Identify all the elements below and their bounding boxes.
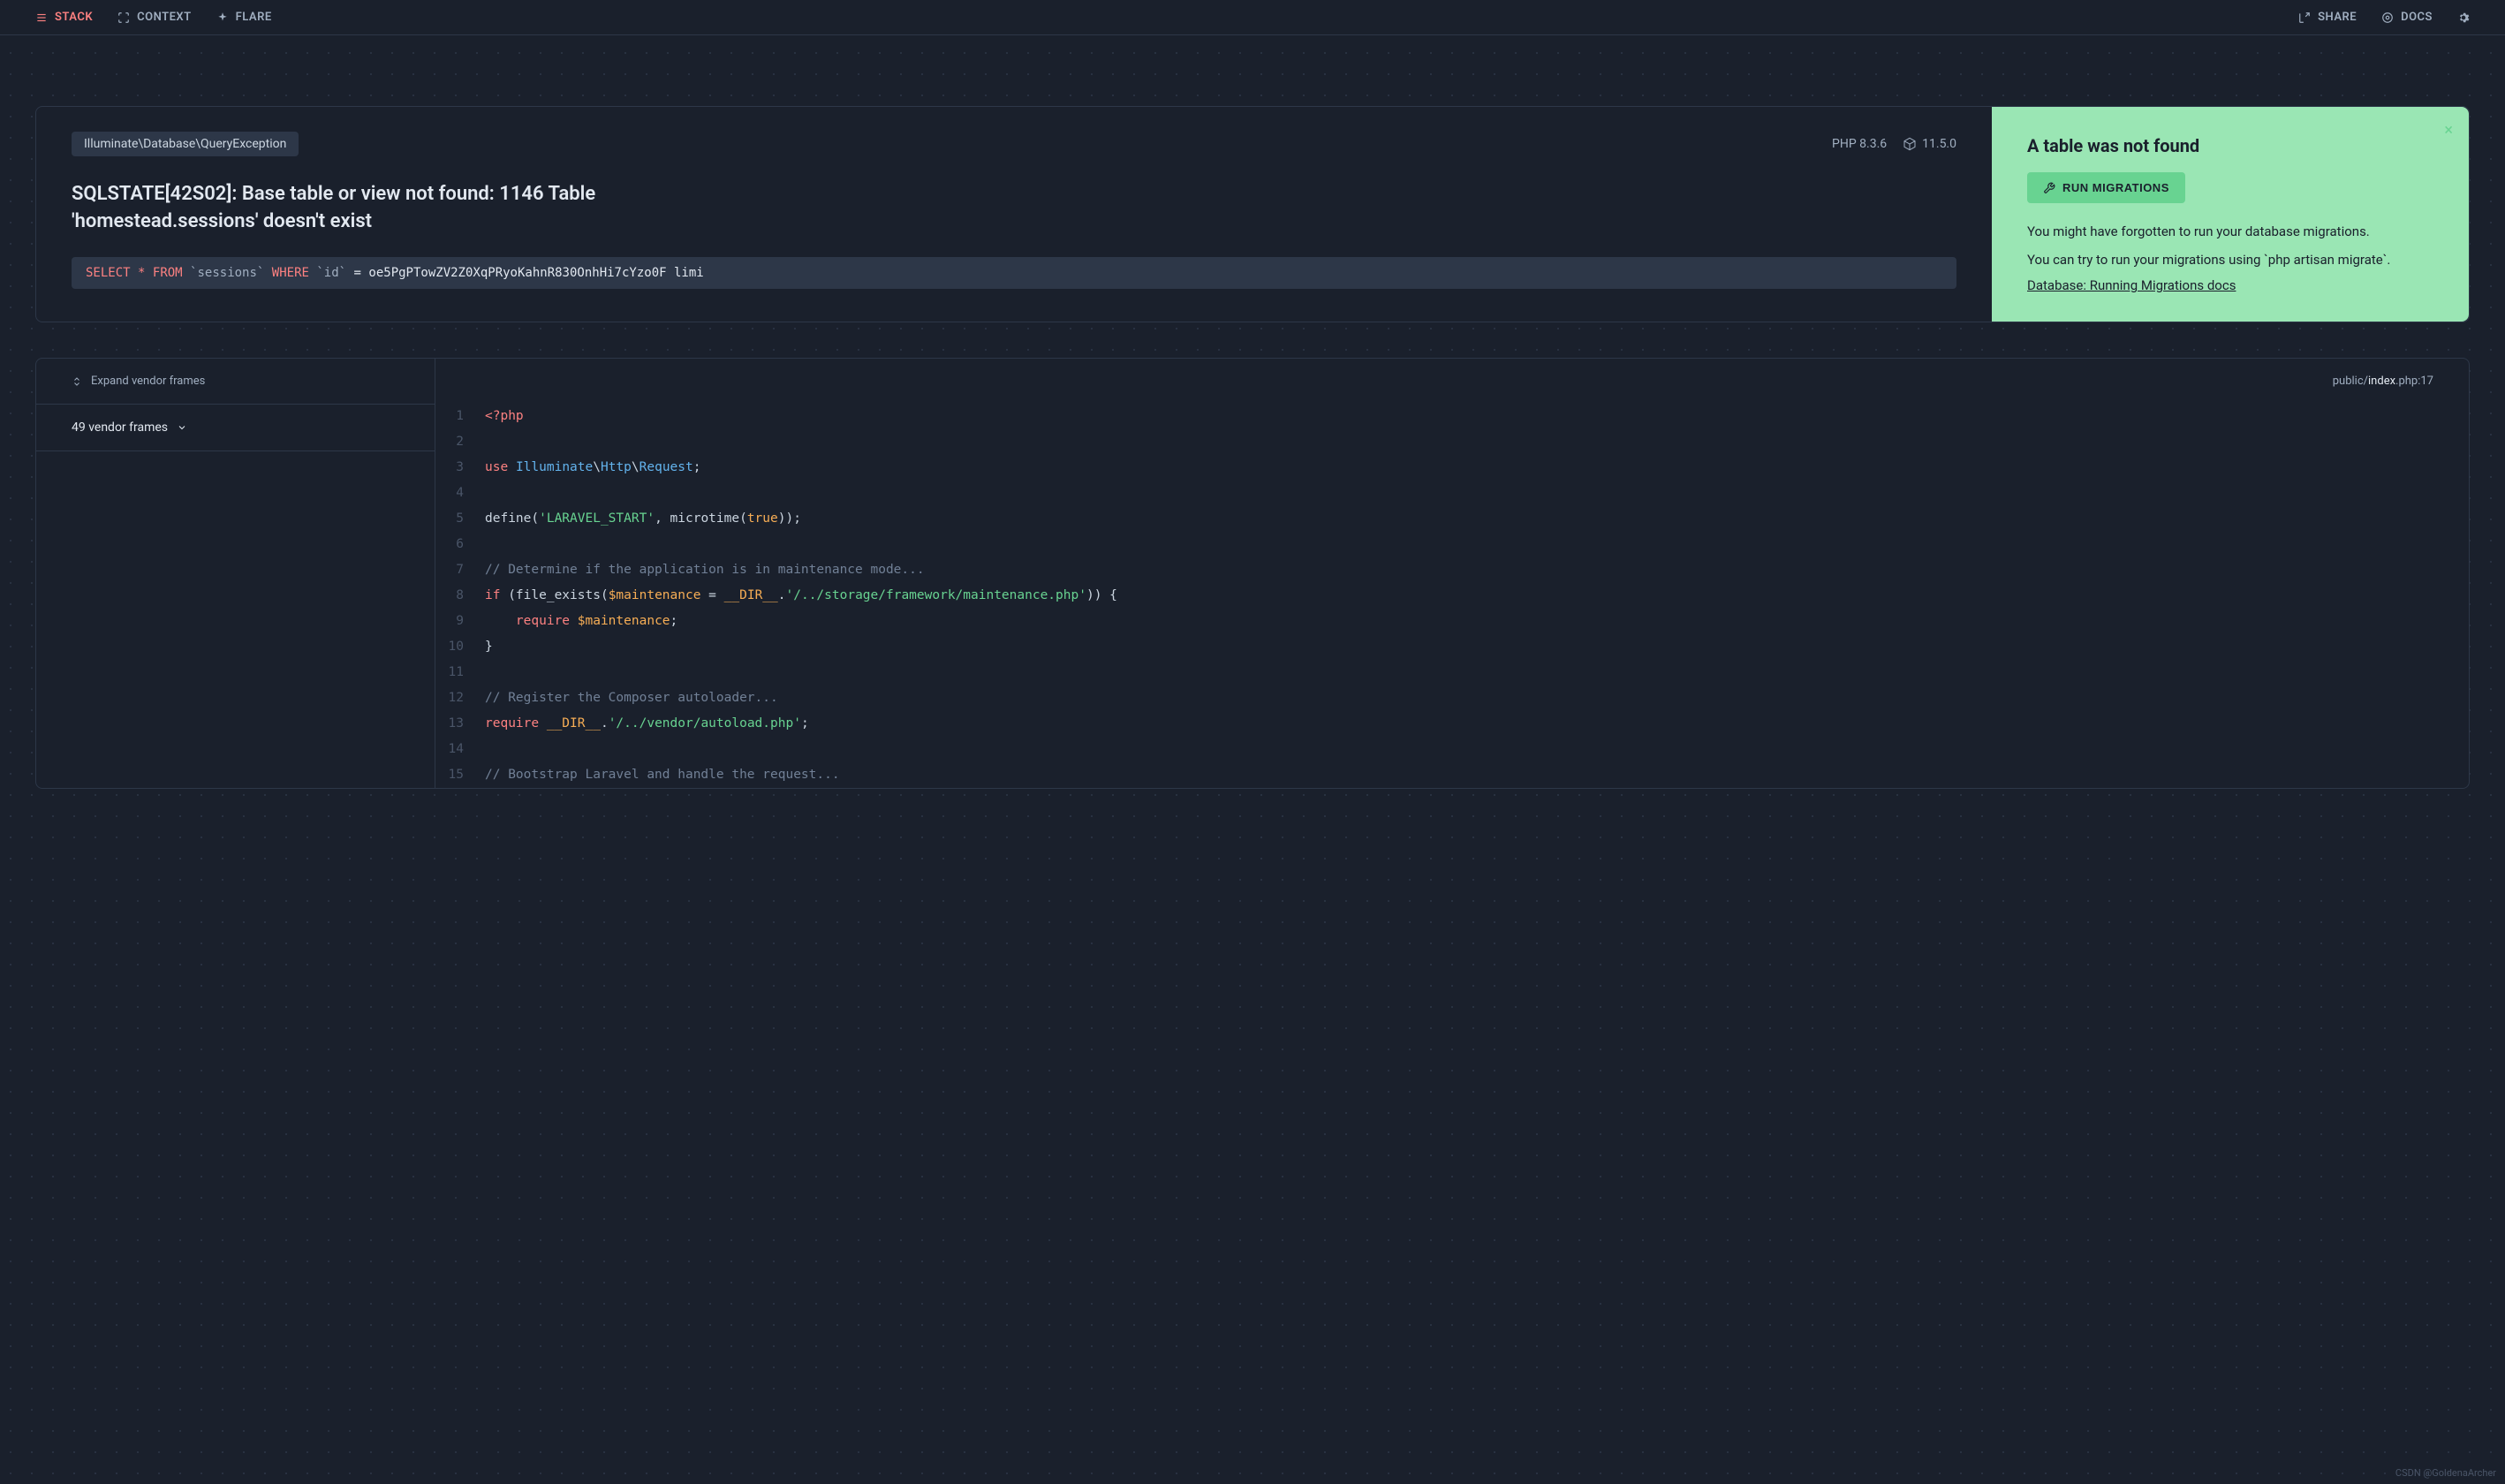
stack-trace-card: Expand vendor frames 49 vendor frames pu… [35,358,2470,789]
share-icon [2298,11,2311,24]
nav-stack[interactable]: STACK [35,11,93,24]
stack-icon [35,11,48,24]
solution-text-2: You can try to run your migrations using… [2027,249,2433,270]
code-block: 1<?php 2 3use Illuminate\Http\Request; 4… [435,404,2469,788]
nav-context-label: CONTEXT [137,11,192,24]
chevron-down-icon [177,422,187,433]
nav-share[interactable]: SHARE [2298,11,2357,24]
expand-icon [72,376,82,387]
wrench-icon [2043,182,2055,194]
nav-stack-label: STACK [55,11,93,24]
nav-share-label: SHARE [2318,11,2357,24]
laravel-icon [1903,137,1917,151]
file-path: public/index.php:17 [435,359,2469,404]
code-panel: public/index.php:17 1<?php 2 3use Illumi… [435,359,2469,788]
vendor-frames-toggle[interactable]: 49 vendor frames [36,405,435,451]
sql-query: SELECT * FROM `sessions` WHERE `id` = oe… [72,257,1956,289]
solution-title: A table was not found [2027,135,2433,156]
nav-context[interactable]: CONTEXT [117,11,192,24]
frames-panel: Expand vendor frames 49 vendor frames [36,359,435,788]
error-title: SQLSTATE[42S02]: Base table or view not … [72,181,690,236]
flare-icon [216,11,229,24]
nav-flare-label: FLARE [236,11,272,24]
run-migrations-button[interactable]: RUN MIGRATIONS [2027,172,2185,203]
close-icon[interactable]: × [2444,121,2453,140]
nav-docs[interactable]: DOCS [2381,11,2433,24]
solution-panel: × A table was not found RUN MIGRATIONS Y… [1992,107,2469,322]
docs-icon [2381,11,2394,24]
context-icon [117,11,130,24]
solution-docs-link[interactable]: Database: Running Migrations docs [2027,277,2433,293]
exception-name: Illuminate\Database\QueryException [72,132,299,156]
nav-docs-label: DOCS [2401,11,2433,24]
gear-icon [2457,11,2470,24]
expand-vendor-frames[interactable]: Expand vendor frames [36,359,435,405]
nav-flare[interactable]: FLARE [216,11,272,24]
nav-settings[interactable] [2457,11,2470,24]
version-info: PHP 8.3.6 11.5.0 [1832,137,1956,151]
watermark: CSDN @GoldenaArcher [2395,1467,2496,1479]
error-card: Illuminate\Database\QueryException PHP 8… [35,106,2470,322]
solution-text-1: You might have forgotten to run your dat… [2027,221,2433,242]
